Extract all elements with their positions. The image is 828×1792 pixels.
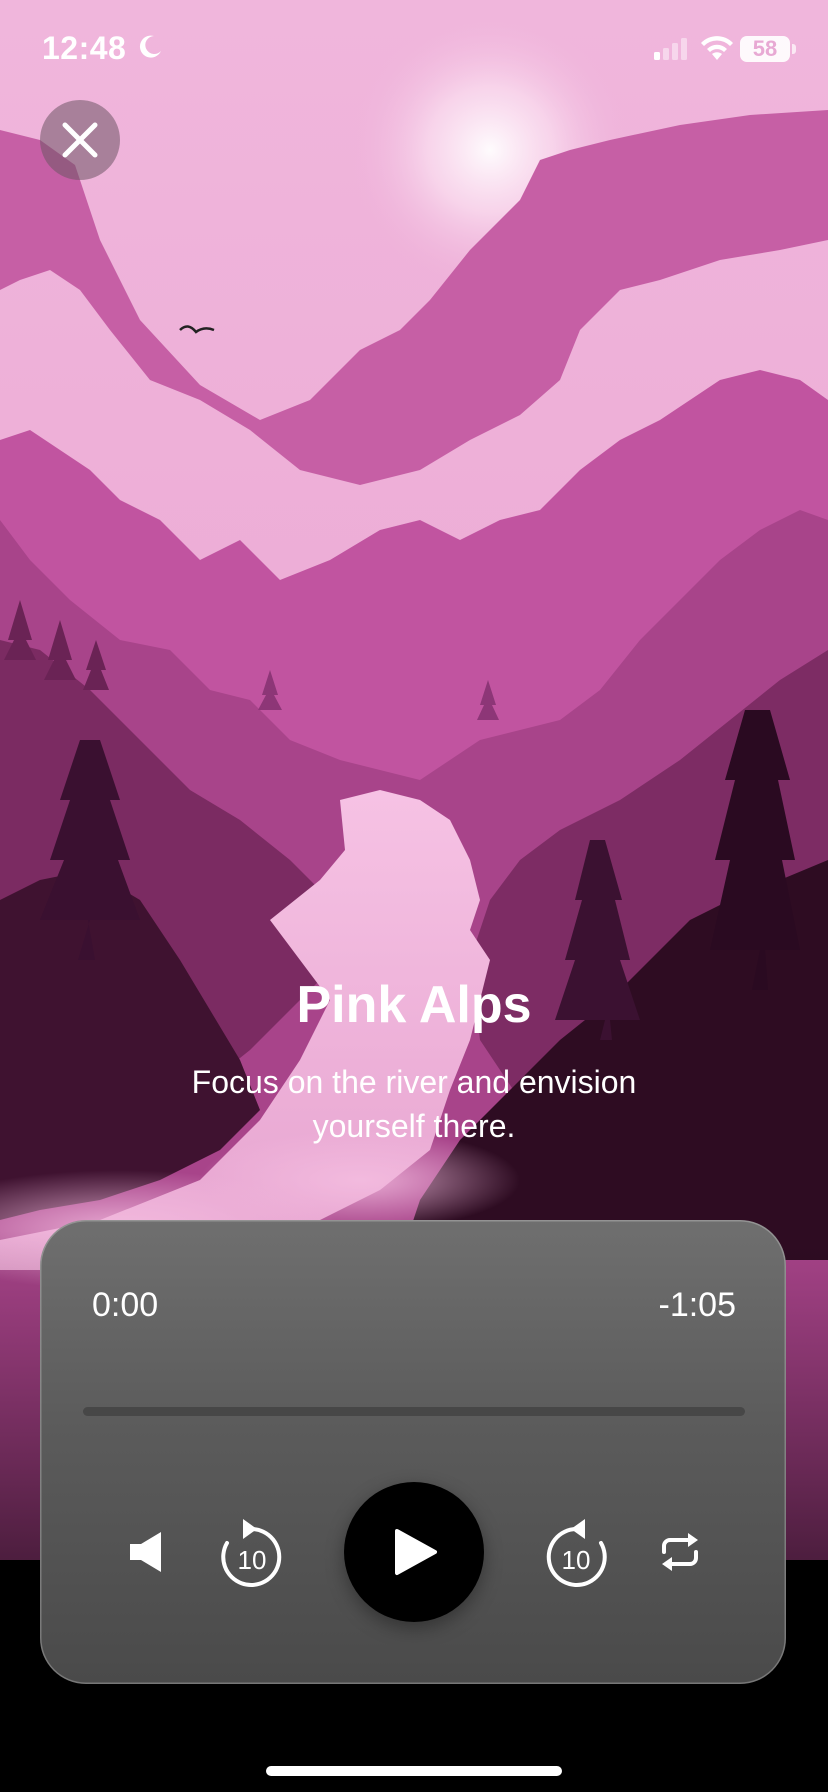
battery-nub [792, 44, 796, 54]
play-button[interactable] [344, 1482, 484, 1622]
progress-slider[interactable] [83, 1407, 745, 1416]
battery-level: 58 [752, 36, 778, 61]
rewind-10-button[interactable]: 10 [210, 1512, 294, 1596]
forward-10-button[interactable]: 10 [534, 1512, 618, 1596]
rewind-10-label: 10 [238, 1545, 267, 1575]
meditation-title: Pink Alps [296, 976, 532, 1034]
meditation-description: Focus on the river and envision yourself… [191, 1064, 637, 1144]
close-icon [62, 122, 98, 158]
volume-icon [130, 1532, 161, 1572]
elapsed-time: 0:00 [92, 1286, 159, 1324]
volume-button[interactable] [110, 1512, 190, 1592]
forward-10-label: 10 [562, 1545, 591, 1575]
screen: 12:48 58 Pink Alps Focus on the river an… [0, 0, 828, 1792]
audio-player-panel: 0:00 -1:05 10 10 [40, 1220, 786, 1684]
repeat-icon [662, 1533, 698, 1571]
play-icon [395, 1529, 437, 1575]
rewind-10-icon: 10 [221, 1519, 282, 1587]
repeat-button[interactable] [640, 1512, 720, 1592]
forward-10-icon: 10 [546, 1519, 607, 1587]
close-button[interactable] [40, 100, 120, 180]
status-time: 12:48 [42, 30, 127, 66]
cellular-signal-icon [654, 38, 687, 60]
battery-icon: 58 [740, 36, 790, 62]
remaining-time: -1:05 [658, 1286, 737, 1324]
moon-icon [139, 35, 161, 58]
wifi-icon [701, 36, 733, 60]
home-indicator[interactable] [266, 1766, 562, 1776]
status-bar: 12:48 58 [0, 0, 828, 100]
